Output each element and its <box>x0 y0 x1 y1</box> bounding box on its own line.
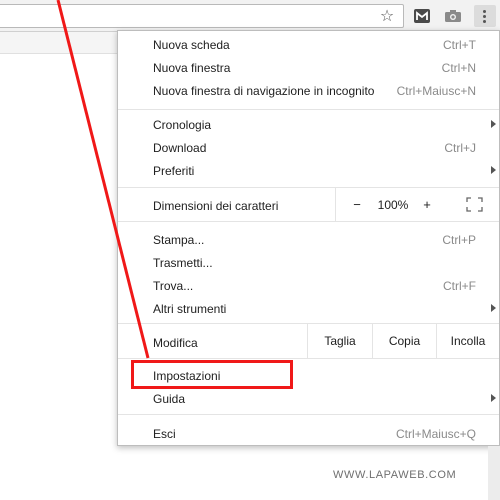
menu-item-print[interactable]: Stampa... Ctrl+P <box>118 228 499 251</box>
menu-item-label: Nuova scheda <box>153 38 230 52</box>
menu-item-label: Cronologia <box>153 118 212 132</box>
menu-separator <box>118 109 499 110</box>
menu-item-label: Altri strumenti <box>153 302 227 316</box>
submenu-arrow-icon <box>491 304 496 312</box>
fullscreen-icon[interactable] <box>466 197 483 212</box>
three-dots-vertical-icon[interactable] <box>474 5 496 27</box>
menu-item-label: Stampa... <box>153 233 205 247</box>
cut-button[interactable]: Taglia <box>307 324 372 358</box>
menu-item-label: Trova... <box>153 279 194 293</box>
submenu-arrow-icon <box>491 120 496 128</box>
menu-item-downloads[interactable]: Download Ctrl+J <box>118 136 499 159</box>
zoom-in-button[interactable]: + <box>420 197 434 212</box>
paste-button[interactable]: Incolla <box>436 324 499 358</box>
menu-item-shortcut: Ctrl+F <box>443 279 476 293</box>
star-outline-icon[interactable]: ☆ <box>378 7 396 25</box>
menu-item-shortcut: Ctrl+T <box>443 38 476 52</box>
menu-item-label: Preferiti <box>153 164 195 178</box>
menu-item-history[interactable]: Cronologia <box>118 113 499 136</box>
background-edge <box>488 446 500 500</box>
menu-separator <box>118 414 499 415</box>
zoom-row: Dimensioni dei caratteri − 100% + <box>118 188 499 221</box>
settings-highlight-box <box>131 360 293 389</box>
menu-item-label: Nuova finestra <box>153 61 231 75</box>
menu-separator <box>118 221 499 222</box>
watermark: WWW.LAPAWEB.COM <box>333 469 457 481</box>
menu-item-more-tools[interactable]: Altri strumenti <box>118 297 499 320</box>
menu-item-bookmarks[interactable]: Preferiti <box>118 159 499 182</box>
menu-item-help[interactable]: Guida <box>118 387 499 410</box>
menu-item-label: Trasmetti... <box>153 256 213 270</box>
menu-item-shortcut: Ctrl+N <box>441 61 476 75</box>
camera-icon[interactable] <box>444 9 462 23</box>
copy-button[interactable]: Copia <box>372 324 436 358</box>
menu-item-label: Esci <box>153 427 176 441</box>
m-extension-icon[interactable] <box>414 9 430 23</box>
menu-item-exit[interactable]: Esci Ctrl+Maiusc+Q <box>118 422 499 445</box>
zoom-label: Dimensioni dei caratteri <box>153 199 279 213</box>
edit-row: Modifica Taglia Copia Incolla <box>118 324 499 358</box>
zoom-controls: − 100% + <box>335 188 499 221</box>
page-area-strip <box>0 32 120 54</box>
menu-item-shortcut: Ctrl+Maiusc+N <box>396 84 476 98</box>
menu-item-shortcut: Ctrl+J <box>444 141 476 155</box>
submenu-arrow-icon <box>491 166 496 174</box>
menu-item-cast[interactable]: Trasmetti... <box>118 251 499 274</box>
menu-item-new-incognito-window[interactable]: Nuova finestra di navigazione in incogni… <box>118 79 499 102</box>
menu-item-label: Nuova finestra di navigazione in incogni… <box>153 84 375 98</box>
menu-item-find[interactable]: Trova... Ctrl+F <box>118 274 499 297</box>
zoom-out-button[interactable]: − <box>350 197 364 212</box>
menu-item-new-tab[interactable]: Nuova scheda Ctrl+T <box>118 33 499 56</box>
menu-item-label: Download <box>153 141 207 155</box>
address-bar[interactable] <box>0 4 404 28</box>
submenu-arrow-icon <box>491 394 496 402</box>
menu-item-shortcut: Ctrl+Maiusc+Q <box>395 427 476 441</box>
browser-toolbar: ☆ <box>0 0 500 32</box>
menu-separator <box>118 358 499 359</box>
menu-item-label: Guida <box>153 392 186 406</box>
edit-label: Modifica <box>153 336 198 350</box>
zoom-level: 100% <box>377 198 409 212</box>
menu-item-shortcut: Ctrl+P <box>442 233 476 247</box>
menu-item-new-window[interactable]: Nuova finestra Ctrl+N <box>118 56 499 79</box>
